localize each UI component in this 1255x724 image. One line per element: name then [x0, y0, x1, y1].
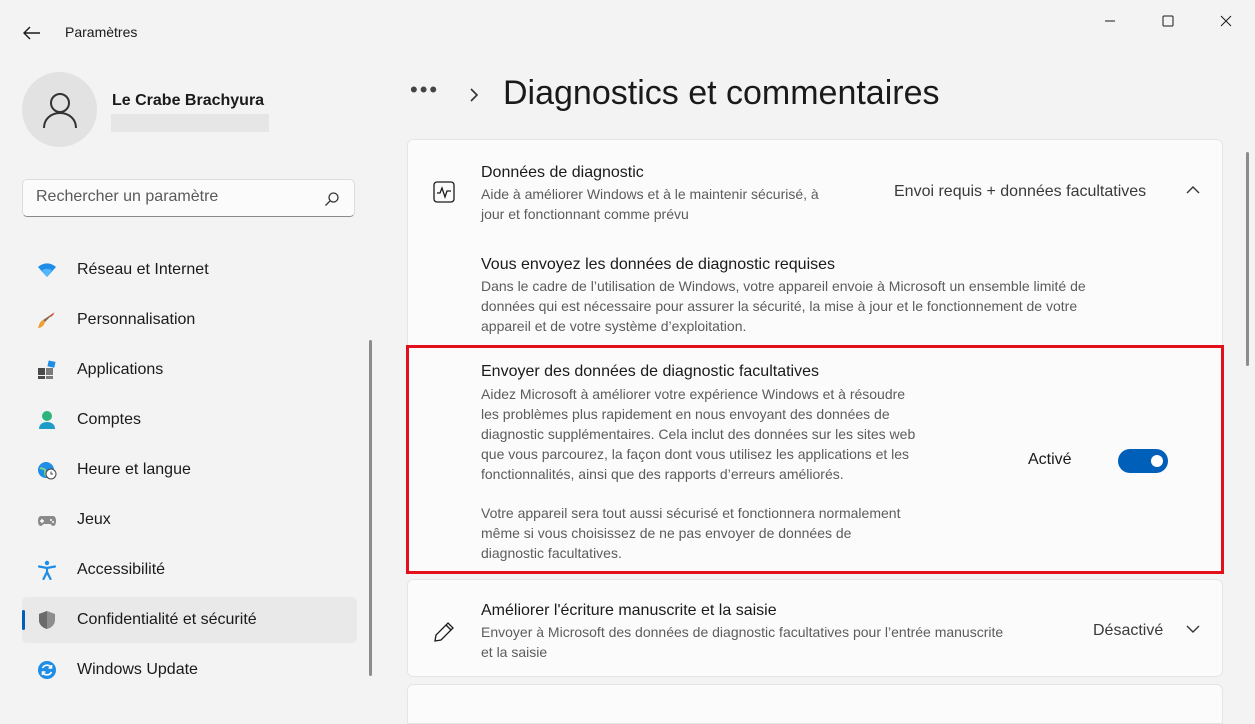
sidebar-item-privacy-security[interactable]: Confidentialité et sécurité — [22, 597, 357, 643]
sidebar-item-label: Confidentialité et sécurité — [77, 611, 257, 628]
search-box — [22, 179, 355, 217]
desc-line: diagnostic supplémentaires. Cela inclut … — [481, 426, 916, 442]
sidebar-item-apps[interactable]: Applications — [22, 347, 357, 393]
close-button[interactable] — [1197, 0, 1255, 42]
person-avatar-icon — [42, 92, 77, 128]
note-line: diagnostic facultatives. — [481, 545, 622, 561]
close-icon — [1220, 15, 1232, 27]
desc-line: que vous parcourez, la façon dont vous u… — [481, 446, 910, 462]
sidebar-item-label: Réseau et Internet — [77, 261, 209, 278]
chevron-up-icon[interactable] — [1185, 182, 1201, 198]
brush-icon — [38, 312, 55, 328]
sidebar-item-time-language[interactable]: Heure et langue — [22, 447, 357, 493]
search-input[interactable] — [36, 188, 316, 206]
person-icon — [39, 411, 55, 429]
sidebar-item-accessibility[interactable]: Accessibilité — [22, 547, 357, 593]
desc-line: fonctionnalités, ainsi que des rapports … — [481, 466, 844, 482]
sidebar-item-label: Applications — [77, 361, 164, 378]
sidebar-item-personalization[interactable]: Personnalisation — [22, 297, 357, 343]
desc-line: données qui est nécessaire pour assurer … — [481, 298, 1078, 314]
required-data-title: Vous envoyez les données de diagnostic r… — [481, 256, 836, 273]
settings-window: Paramètres Le Crabe Brachyura Rechercher… — [0, 0, 1255, 724]
next-card-partial[interactable] — [407, 684, 1223, 724]
toggle-state-label: Activé — [1028, 451, 1072, 468]
title-bar: Paramètres — [0, 0, 1255, 64]
sidebar-nav: Réseau et Internet Personnalisation Appl… — [22, 247, 357, 697]
inking-value: Désactivé — [1093, 622, 1164, 639]
desc-line: appareil et de votre système d’exploitat… — [481, 318, 747, 334]
chevron-right-icon — [470, 88, 479, 102]
selection-indicator — [22, 610, 25, 630]
sidebar-item-label: Heure et langue — [77, 461, 191, 478]
pen-icon — [434, 622, 454, 642]
required-data-section: Vous envoyez les données de diagnostic r… — [407, 239, 1223, 347]
diagnostic-data-desc: Aide à améliorer Windows et à le mainten… — [481, 184, 819, 224]
back-arrow-icon — [23, 26, 40, 40]
diagnostic-data-title: Données de diagnostic — [481, 164, 644, 181]
accessibility-icon — [37, 560, 57, 580]
sidebar-item-label: Accessibilité — [77, 561, 166, 578]
minimize-icon — [1105, 20, 1115, 22]
sidebar-item-label: Comptes — [77, 411, 142, 428]
sidebar-item-gaming[interactable]: Jeux — [22, 497, 357, 543]
optional-data-title: Envoyer des données de diagnostic facult… — [481, 363, 819, 380]
diagnostic-data-card[interactable]: Données de diagnostic Aide à améliorer W… — [407, 139, 1223, 240]
globe-clock-icon — [38, 462, 57, 480]
inking-typing-card[interactable]: Améliorer l'écriture manuscrite et la sa… — [407, 579, 1223, 677]
profile-email-redacted — [111, 114, 269, 132]
maximize-icon — [1162, 15, 1174, 27]
breadcrumb: ••• — [410, 70, 481, 120]
desc-line: jour et fonctionnant comme prévu — [481, 206, 689, 222]
desc-line: Aidez Microsoft à améliorer votre expéri… — [481, 386, 906, 402]
sidebar-item-label: Personnalisation — [77, 311, 196, 328]
sidebar-scrollbar[interactable] — [369, 340, 372, 676]
wifi-icon — [38, 263, 56, 277]
sidebar-item-accounts[interactable]: Comptes — [22, 397, 357, 443]
note-line: Votre appareil sera tout aussi sécurisé … — [481, 505, 901, 521]
gamepad-icon — [38, 516, 56, 526]
desc-line: Aide à améliorer Windows et à le mainten… — [481, 186, 819, 202]
profile-name: Le Crabe Brachyura — [112, 92, 265, 109]
desc-line: Envoyer à Microsoft des données de diagn… — [481, 624, 1004, 640]
activity-pulse-icon — [433, 181, 455, 203]
desc-line: et la saisie — [481, 644, 548, 660]
inking-title: Améliorer l'écriture manuscrite et la sa… — [481, 602, 777, 619]
optional-data-section: Envoyer des données de diagnostic facult… — [407, 346, 1223, 573]
sidebar-item-label: Windows Update — [77, 661, 198, 678]
main-scrollbar[interactable] — [1246, 152, 1249, 366]
back-button[interactable] — [18, 20, 46, 46]
inking-desc: Envoyer à Microsoft des données de diagn… — [481, 622, 1003, 662]
desc-line: les problèmes plus rapidement en nous en… — [481, 406, 890, 422]
app-title: Paramètres — [65, 24, 138, 40]
maximize-button[interactable] — [1139, 0, 1197, 42]
sidebar-item-windows-update[interactable]: Windows Update — [22, 647, 357, 693]
shield-icon — [39, 611, 55, 629]
optional-data-toggle[interactable] — [1118, 449, 1168, 473]
chevron-down-icon[interactable] — [1185, 621, 1201, 637]
minimize-button[interactable] — [1081, 0, 1139, 42]
search-icon[interactable] — [324, 191, 340, 207]
diagnostic-data-value: Envoi requis + données facultatives — [894, 183, 1147, 200]
page-title: Diagnostics et commentaires — [503, 74, 940, 112]
user-profile[interactable]: Le Crabe Brachyura — [22, 72, 372, 152]
toggle-knob — [1151, 455, 1163, 467]
optional-data-desc: Aidez Microsoft à améliorer votre expéri… — [481, 384, 915, 484]
desc-line: Dans le cadre de l’utilisation de Window… — [481, 278, 1086, 294]
sidebar-item-label: Jeux — [77, 511, 111, 528]
required-data-desc: Dans le cadre de l’utilisation de Window… — [481, 276, 1086, 336]
note-line: même si vous choisissez de ne pas envoye… — [481, 525, 852, 541]
avatar — [22, 72, 97, 147]
breadcrumb-more-button[interactable]: ••• — [410, 77, 439, 103]
apps-icon — [38, 360, 56, 379]
window-controls — [1081, 0, 1255, 44]
sidebar-item-network[interactable]: Réseau et Internet — [22, 247, 357, 293]
update-icon — [38, 661, 56, 679]
optional-data-note: Votre appareil sera tout aussi sécurisé … — [481, 503, 900, 563]
